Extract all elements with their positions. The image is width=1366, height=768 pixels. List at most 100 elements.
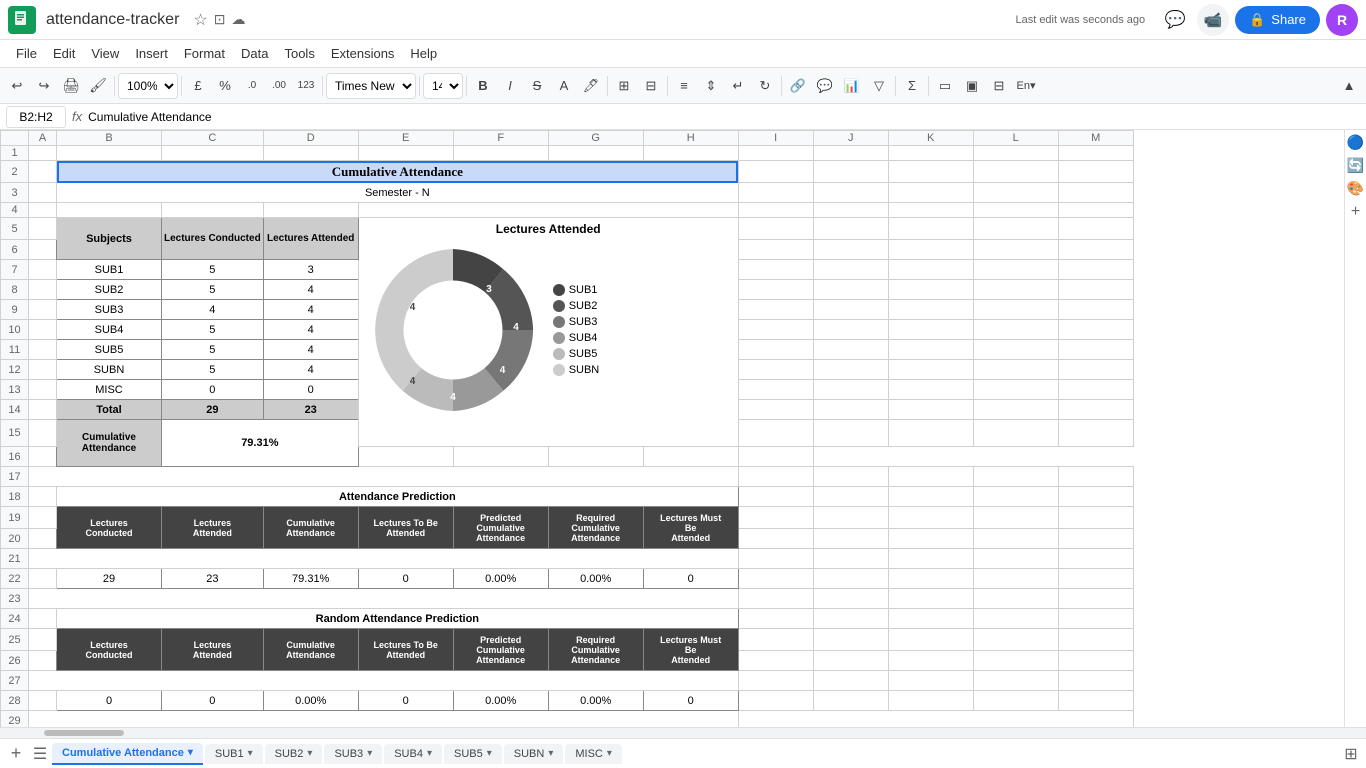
col-header-B[interactable]: B (57, 131, 162, 146)
cell-A8[interactable] (29, 280, 57, 300)
cell-C5-C6-conducted[interactable]: Lectures Conducted (162, 218, 264, 260)
cell-M22[interactable] (1058, 569, 1133, 589)
cell-J10[interactable] (813, 320, 888, 340)
cell-J9[interactable] (813, 300, 888, 320)
cell-J12[interactable] (813, 360, 888, 380)
cell-K4[interactable] (888, 203, 973, 218)
cell-C9[interactable]: 4 (162, 300, 264, 320)
rand-val-predicted[interactable]: 0.00% (453, 691, 548, 711)
cell-M13[interactable] (1058, 380, 1133, 400)
menu-tools[interactable]: Tools (276, 42, 322, 65)
tab-arrow-subn[interactable]: ▾ (548, 748, 553, 759)
cell-K27[interactable] (888, 671, 973, 691)
cell-I29-M29[interactable] (738, 711, 1133, 728)
cell-K17[interactable] (888, 467, 973, 487)
cell-K5[interactable] (888, 218, 973, 240)
cell-M6[interactable] (1058, 240, 1133, 260)
move-icon[interactable]: ⊡ (214, 11, 226, 28)
cell-K24[interactable] (888, 609, 973, 629)
meet-btn[interactable]: 📹 (1197, 4, 1229, 36)
cell-L20[interactable] (973, 529, 1058, 549)
comments-icon-btn[interactable]: 💬 (1159, 4, 1191, 36)
menu-extensions[interactable]: Extensions (323, 42, 403, 65)
cell-L13[interactable] (973, 380, 1058, 400)
cell-M2[interactable] (1058, 161, 1133, 183)
star-icon[interactable]: ☆ (193, 10, 207, 30)
cell-K19[interactable] (888, 507, 973, 529)
print-button[interactable]: 🖨 (58, 73, 84, 99)
cell-I7[interactable] (738, 260, 813, 280)
cell-reference-input[interactable] (6, 106, 66, 128)
cell-K18[interactable] (888, 487, 973, 507)
cell-L11[interactable] (973, 340, 1058, 360)
cell-B14[interactable]: Total (57, 400, 162, 420)
cell-D11[interactable]: 4 (263, 340, 358, 360)
cell-I21[interactable] (738, 549, 813, 569)
cell-K23[interactable] (888, 589, 973, 609)
cell-A23-H23[interactable] (29, 589, 739, 609)
cell-K9[interactable] (888, 300, 973, 320)
cell-I10[interactable] (738, 320, 813, 340)
cell-G1[interactable] (548, 146, 643, 161)
language-button[interactable]: En▾ (1013, 73, 1039, 99)
cell-L3[interactable] (973, 183, 1058, 203)
cell-K11[interactable] (888, 340, 973, 360)
cell-A5[interactable] (29, 218, 57, 240)
cell-A9[interactable] (29, 300, 57, 320)
link-button[interactable]: 🔗 (785, 73, 811, 99)
cell-M27[interactable] (1058, 671, 1133, 691)
cell-I12[interactable] (738, 360, 813, 380)
cell-J23[interactable] (813, 589, 888, 609)
cell-L15[interactable] (973, 420, 1058, 447)
cell-A11[interactable] (29, 340, 57, 360)
pred-val-attended[interactable]: 23 (162, 569, 264, 589)
cell-I24[interactable] (738, 609, 813, 629)
comment-button[interactable]: 💬 (812, 73, 838, 99)
cell-L4[interactable] (973, 203, 1058, 218)
cell-M26[interactable] (1058, 651, 1133, 671)
collapse-toolbar-button[interactable]: ▲ (1336, 73, 1362, 99)
share-button[interactable]: 🔒 Share (1235, 6, 1320, 34)
tab-subn[interactable]: SUBN ▾ (504, 744, 564, 764)
cell-L23[interactable] (973, 589, 1058, 609)
cloud-icon[interactable]: ☁ (231, 11, 245, 28)
cell-J17[interactable] (813, 467, 888, 487)
cell-K28[interactable] (888, 691, 973, 711)
cell-L12[interactable] (973, 360, 1058, 380)
cell-I22[interactable] (738, 569, 813, 589)
collapse-button[interactable]: ⊟ (986, 73, 1012, 99)
cell-M3[interactable] (1058, 183, 1133, 203)
cell-A10[interactable] (29, 320, 57, 340)
pred-val-conducted[interactable]: 29 (57, 569, 162, 589)
cell-A22[interactable] (29, 569, 57, 589)
cell-J22[interactable] (813, 569, 888, 589)
pred-val-cumulative[interactable]: 79.31% (263, 569, 358, 589)
col-header-H[interactable]: H (643, 131, 738, 146)
cell-J7[interactable] (813, 260, 888, 280)
cell-F1[interactable] (453, 146, 548, 161)
highlight-button[interactable]: 🖊 (578, 73, 604, 99)
tab-sub4[interactable]: SUB4 ▾ (384, 744, 442, 764)
cell-L8[interactable] (973, 280, 1058, 300)
cell-B8[interactable]: SUB2 (57, 280, 162, 300)
cell-I16[interactable] (358, 447, 453, 467)
rand-val-must[interactable]: 0 (643, 691, 738, 711)
cell-D1[interactable] (263, 146, 358, 161)
cell-I17[interactable] (738, 467, 813, 487)
h-scrollbar-thumb[interactable] (44, 730, 124, 736)
tab-arrow-misc[interactable]: ▾ (607, 748, 612, 759)
cell-C8[interactable]: 5 (162, 280, 264, 300)
cell-C15-D16[interactable]: 79.31% (162, 420, 359, 467)
cell-K25[interactable] (888, 629, 973, 651)
cell-D4[interactable] (263, 203, 358, 218)
cell-J27[interactable] (813, 671, 888, 691)
cell-B12[interactable]: SUBN (57, 360, 162, 380)
cell-I2[interactable] (738, 161, 813, 183)
cell-B7[interactable]: SUB1 (57, 260, 162, 280)
cell-B15-B16[interactable]: CumulativeAttendance (57, 420, 162, 467)
cell-L2[interactable] (973, 161, 1058, 183)
cell-J14[interactable] (813, 400, 888, 420)
tab-arrow-sub4[interactable]: ▾ (427, 748, 432, 759)
cell-J25[interactable] (813, 629, 888, 651)
menu-edit[interactable]: Edit (45, 42, 83, 65)
